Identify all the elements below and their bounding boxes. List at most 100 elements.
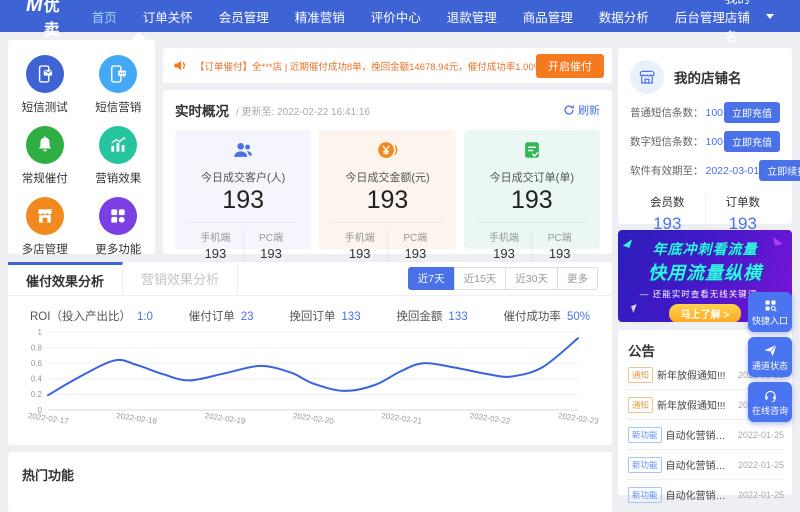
shop-account-label: 我的店铺名 — [724, 0, 750, 44]
storefront-icon — [630, 60, 664, 94]
realtime-stat-cards: 今日成交客户(人) 193 手机端 193 PC端 193 今日成交金额(元) … — [175, 130, 600, 261]
sidebar-item-label: 多店管理 — [21, 244, 68, 256]
quick-entry-fab[interactable]: 快捷入口 — [748, 292, 792, 332]
stat-card-customers: 今日成交客户(人) 193 手机端 193 PC端 193 — [175, 130, 312, 261]
amount-icon — [376, 139, 398, 161]
more-functions-grid-icon — [99, 197, 138, 235]
new-feature-badge: 新功能 — [628, 456, 662, 473]
row-label: 数字短信条数： — [630, 136, 704, 148]
svg-text:2022-02-21: 2022-02-21 — [381, 411, 423, 426]
new-feature-badge: 新功能 — [628, 486, 662, 503]
stat-card-amount: 今日成交金额(元) 193 手机端 193 PC端 193 — [319, 130, 456, 261]
mobile-value: 193 — [204, 246, 227, 261]
sidebar-item-multi-store[interactable]: 多店管理 — [8, 197, 82, 257]
stat-roi: ROI（投入产出比） 1:0 — [30, 311, 153, 323]
learn-more-button[interactable]: 马上了解 > — [668, 304, 742, 322]
recharge-button[interactable]: 立即充值 — [724, 102, 780, 123]
nav-item-reviews[interactable]: 评价中心 — [371, 7, 421, 26]
range-30d-button[interactable]: 近30天 — [505, 267, 558, 290]
mobile-label: 手机端 — [488, 233, 519, 244]
announcement-row[interactable]: 新功能 自动化营销功能上线 2022-01-25 — [628, 420, 784, 450]
nav-item-precision-marketing[interactable]: 精准营销 — [295, 7, 345, 26]
banner-line1: 年底冲刺看流量 — [652, 241, 758, 257]
active-nav-caret — [131, 32, 147, 41]
start-reminder-button[interactable]: 开启催付 — [536, 53, 604, 78]
chart-area: 0 0.2 0.4 0.6 0.8 1 2022-02-17 2022-02-18 2022-0… — [18, 326, 602, 435]
refresh-button[interactable]: 刷新 — [563, 102, 600, 118]
tab-reminder-effect[interactable]: 催付效果分析 — [8, 262, 124, 295]
chevron-down-icon — [766, 13, 774, 19]
nav-item-admin[interactable]: 后台管理 — [675, 7, 725, 26]
notice-bar: 【订单催付】全***店 | 近期催付成功8单，挽回金额14678.94元，催付成… — [163, 48, 612, 83]
mobile-label: 手机端 — [200, 233, 231, 244]
orders-icon — [521, 139, 543, 161]
range-15d-button[interactable]: 近15天 — [453, 267, 507, 290]
software-expiry-row: 软件有效期至： 2022-03-01 立即续费 — [630, 160, 800, 181]
nav-item-home[interactable]: 首页 — [92, 7, 117, 26]
announcement-row[interactable]: 新功能 自动化营销功能上线 2022-01-25 — [628, 450, 784, 480]
renew-button[interactable]: 立即续费 — [759, 160, 800, 181]
nav-item-refunds[interactable]: 退款管理 — [447, 7, 497, 26]
svg-text:2022-02-17: 2022-02-17 — [27, 411, 69, 426]
notice-badge: 通知 — [628, 366, 654, 383]
hot-functions-title: 热门功能 — [22, 468, 75, 483]
notice-badge: 通知 — [628, 396, 654, 413]
row-value: 100 — [705, 135, 724, 148]
sidebar-item-payment-reminder[interactable]: 常规催付 — [8, 126, 82, 186]
svg-text:0.2: 0.2 — [31, 390, 43, 399]
shop-header: 我的店铺名 — [630, 60, 780, 94]
speaker-icon — [173, 58, 188, 73]
realtime-header: 实时概况 / 更新至: 2022-02-22 16:41:16 刷新 — [175, 100, 600, 120]
svg-text:0.6: 0.6 — [31, 359, 43, 368]
channel-status-icon — [763, 343, 778, 358]
refresh-icon — [563, 104, 575, 116]
mobile-value: 193 — [493, 246, 515, 261]
row-label: 软件有效期至： — [630, 165, 704, 177]
quick-entry-icon — [763, 298, 778, 313]
stat-card-title: 今日成交客户(人) — [201, 172, 286, 184]
effect-analysis-card: 催付效果分析 营销效果分析 近7天 近15天 近30天 更多 ROI（投入产出比… — [8, 262, 612, 445]
online-service-fab[interactable]: 在线咨询 — [748, 382, 792, 422]
sidebar-item-label: 短信营销 — [95, 102, 142, 114]
announcement-row[interactable]: 新功能 自动化营销功能上线 2022-01-25 — [628, 480, 784, 509]
row-value: 100 — [705, 106, 724, 119]
multi-store-icon — [25, 197, 64, 235]
shop-counters: 会员数 193 订单数 193 — [630, 194, 780, 234]
shop-account-menu[interactable]: 我的店铺名 — [725, 0, 774, 45]
sidebar-item-sms-marketing[interactable]: 短信营销 — [82, 55, 156, 115]
channel-status-fab[interactable]: 通道状态 — [748, 337, 792, 377]
analysis-tabs: 催付效果分析 营销效果分析 近7天 近15天 近30天 更多 — [8, 262, 612, 296]
sidebar-item-more-functions[interactable]: 更多功能 — [82, 197, 156, 257]
svg-text:0.4: 0.4 — [31, 375, 43, 384]
sidebar-item-marketing-effect[interactable]: 营销效果 — [82, 126, 156, 186]
nav-item-order-care[interactable]: 订单关怀 — [143, 7, 193, 26]
sidebar-item-sms-test[interactable]: 短信测试 — [8, 55, 82, 115]
recharge-button[interactable]: 立即充值 — [724, 131, 780, 152]
pc-value: 193 — [548, 246, 571, 261]
nav-item-products[interactable]: 商品管理 — [523, 7, 573, 26]
tab-marketing-effect[interactable]: 营销效果分析 — [123, 262, 239, 295]
orders-counter: 订单数 193 — [706, 194, 781, 234]
nav-item-members[interactable]: 会员管理 — [219, 7, 269, 26]
digital-sms-quota-row: 数字短信条数： 100 立即充值 — [630, 131, 780, 152]
range-7d-button[interactable]: 近7天 — [407, 267, 455, 290]
realtime-overview-card: 实时概况 / 更新至: 2022-02-22 16:41:16 刷新 今日成交客… — [163, 90, 612, 261]
orders-label: 订单数 — [725, 197, 761, 209]
stat-card-orders: 今日成交订单(单) 193 手机端 193 PC端 193 — [463, 130, 600, 261]
app-logo[interactable]: M 优卖 — [26, 0, 60, 40]
sidebar-item-label: 短信测试 — [21, 102, 68, 114]
nav-item-data-analysis[interactable]: 数据分析 — [599, 7, 649, 26]
logo-m-icon: M — [26, 0, 43, 16]
members-label: 会员数 — [650, 197, 685, 209]
realtime-updated-time: / 更新至: 2022-02-22 16:41:16 — [236, 106, 370, 118]
new-feature-badge: 新功能 — [628, 426, 662, 443]
members-counter: 会员数 193 — [630, 194, 706, 234]
banner-line2: 快用流量纵横 — [648, 263, 762, 283]
sms-marketing-icon — [99, 55, 138, 93]
range-more-button[interactable]: 更多 — [557, 267, 598, 290]
pc-label: PC端 — [547, 233, 572, 244]
sms-quota-row: 普通短信条数： 100 立即充值 — [630, 102, 780, 123]
payment-reminder-bell-icon — [25, 126, 64, 164]
svg-text:2022-02-23: 2022-02-23 — [557, 411, 599, 426]
row-label: 普通短信条数： — [630, 107, 704, 119]
